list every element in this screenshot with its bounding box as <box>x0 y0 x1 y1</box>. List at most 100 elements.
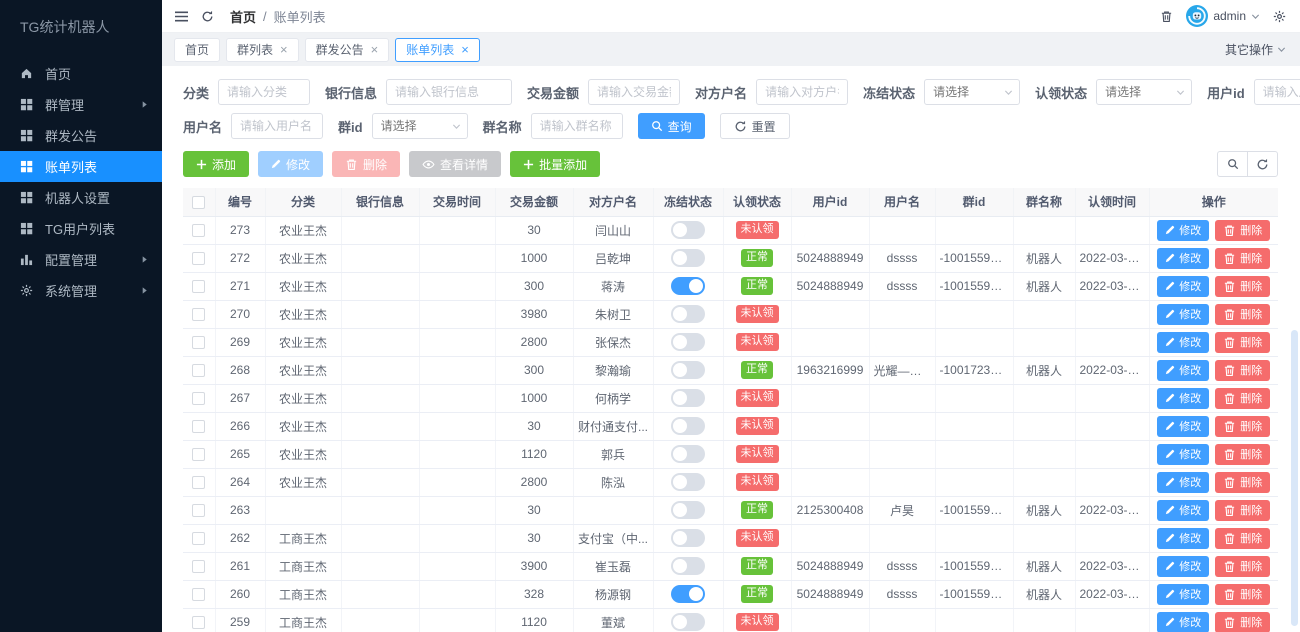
row-delete-button[interactable]: 删除 <box>1215 415 1271 437</box>
row-checkbox[interactable] <box>192 364 206 378</box>
row-delete-button[interactable]: 删除 <box>1215 275 1271 297</box>
frozen-toggle[interactable] <box>671 557 705 575</box>
category-input[interactable] <box>218 79 311 105</box>
user-menu[interactable]: admin <box>1186 5 1260 27</box>
amount-input[interactable] <box>588 79 681 105</box>
row-checkbox[interactable] <box>192 616 206 630</box>
row-edit-button[interactable]: 修改 <box>1157 583 1210 605</box>
frozen-toggle[interactable] <box>671 305 705 323</box>
refresh-icon-button[interactable] <box>1247 151 1278 177</box>
frozen-toggle[interactable] <box>671 445 705 463</box>
select-all-checkbox[interactable] <box>192 195 206 209</box>
frozen-toggle[interactable] <box>671 361 705 379</box>
add-button[interactable]: 添加 <box>183 151 250 177</box>
scrollbar-thumb[interactable] <box>1291 330 1298 626</box>
tab-announcement[interactable]: 群发公告 × <box>304 37 390 62</box>
row-edit-button[interactable]: 修改 <box>1157 331 1210 353</box>
frozen-toggle[interactable] <box>671 529 705 547</box>
sidebar-item-bill-list[interactable]: 账单列表 <box>0 151 162 182</box>
row-checkbox[interactable] <box>192 448 206 462</box>
row-edit-button[interactable]: 修改 <box>1157 247 1210 269</box>
sidebar-item-system-manage[interactable]: 系统管理 <box>0 275 162 306</box>
row-edit-button[interactable]: 修改 <box>1157 527 1210 549</box>
row-delete-button[interactable]: 删除 <box>1215 555 1271 577</box>
view-detail-button[interactable]: 查看详情 <box>409 151 502 177</box>
tab-close-icon[interactable]: × <box>371 43 379 56</box>
tab-close-icon[interactable]: × <box>280 43 288 56</box>
frozen-toggle[interactable] <box>671 389 705 407</box>
claim-state-select[interactable] <box>1096 79 1193 105</box>
row-checkbox[interactable] <box>192 588 206 602</box>
sidebar-item-group-manage[interactable]: 群管理 <box>0 89 162 120</box>
row-edit-button[interactable]: 修改 <box>1157 275 1210 297</box>
frozen-toggle[interactable] <box>671 333 705 351</box>
sidebar-item-home[interactable]: 首页 <box>0 58 162 89</box>
user-id-input[interactable] <box>1253 79 1300 105</box>
refresh-icon[interactable] <box>201 10 214 23</box>
row-checkbox[interactable] <box>192 504 206 518</box>
row-edit-button[interactable]: 修改 <box>1157 219 1210 241</box>
row-edit-button[interactable]: 修改 <box>1157 555 1210 577</box>
sidebar-item-config-manage[interactable]: 配置管理 <box>0 244 162 275</box>
frozen-toggle[interactable] <box>671 501 705 519</box>
row-delete-button[interactable]: 删除 <box>1215 219 1271 241</box>
tab-close-icon[interactable]: × <box>461 43 469 56</box>
batch-add-button[interactable]: 批量添加 <box>510 151 601 177</box>
row-checkbox[interactable] <box>192 392 206 406</box>
sidebar-item-tg-user-list[interactable]: TG用户列表 <box>0 213 162 244</box>
row-delete-button[interactable]: 删除 <box>1215 247 1271 269</box>
frozen-toggle[interactable] <box>671 417 705 435</box>
row-edit-button[interactable]: 修改 <box>1157 443 1210 465</box>
tab-home[interactable]: 首页 <box>174 37 221 62</box>
search-icon-button[interactable] <box>1217 151 1248 177</box>
delete-button[interactable]: 删除 <box>332 151 401 177</box>
row-edit-button[interactable]: 修改 <box>1157 359 1210 381</box>
row-checkbox[interactable] <box>192 532 206 546</box>
more-actions-dropdown[interactable]: 其它操作 <box>1225 41 1286 58</box>
row-checkbox[interactable] <box>192 560 206 574</box>
row-delete-button[interactable]: 删除 <box>1215 611 1271 632</box>
row-checkbox[interactable] <box>192 280 206 294</box>
hamburger-menu-icon[interactable] <box>174 10 189 23</box>
tab-group-list[interactable]: 群列表 × <box>226 37 299 62</box>
trash-icon[interactable] <box>1160 10 1173 23</box>
reset-button[interactable]: 重置 <box>719 113 790 139</box>
frozen-toggle[interactable] <box>671 221 705 239</box>
row-delete-button[interactable]: 删除 <box>1215 471 1271 493</box>
row-delete-button[interactable]: 删除 <box>1215 443 1271 465</box>
row-checkbox[interactable] <box>192 252 206 266</box>
row-edit-button[interactable]: 修改 <box>1157 611 1210 632</box>
gear-icon[interactable] <box>1273 10 1286 23</box>
row-delete-button[interactable]: 删除 <box>1215 359 1271 381</box>
row-edit-button[interactable]: 修改 <box>1157 499 1210 521</box>
group-name-input[interactable] <box>530 113 623 139</box>
counterparty-input[interactable] <box>756 79 849 105</box>
tab-bill-list[interactable]: 账单列表 × <box>395 37 480 62</box>
row-edit-button[interactable]: 修改 <box>1157 471 1210 493</box>
frozen-toggle[interactable] <box>671 249 705 267</box>
row-checkbox[interactable] <box>192 224 206 238</box>
row-delete-button[interactable]: 删除 <box>1215 303 1271 325</box>
row-delete-button[interactable]: 删除 <box>1215 331 1271 353</box>
row-checkbox[interactable] <box>192 420 206 434</box>
frozen-toggle[interactable] <box>671 613 705 631</box>
search-button[interactable]: 查询 <box>637 113 705 139</box>
row-checkbox[interactable] <box>192 308 206 322</box>
row-delete-button[interactable]: 删除 <box>1215 499 1271 521</box>
row-checkbox[interactable] <box>192 476 206 490</box>
row-checkbox[interactable] <box>192 336 206 350</box>
row-delete-button[interactable]: 删除 <box>1215 583 1271 605</box>
row-edit-button[interactable]: 修改 <box>1157 387 1210 409</box>
sidebar-item-announcement[interactable]: 群发公告 <box>0 120 162 151</box>
bank-info-input[interactable] <box>386 79 513 105</box>
group-id-select[interactable] <box>371 113 468 139</box>
breadcrumb-home[interactable]: 首页 <box>230 7 256 26</box>
row-delete-button[interactable]: 删除 <box>1215 527 1271 549</box>
frozen-state-select[interactable] <box>924 79 1021 105</box>
sidebar-item-robot-settings[interactable]: 机器人设置 <box>0 182 162 213</box>
row-delete-button[interactable]: 删除 <box>1215 387 1271 409</box>
frozen-toggle[interactable] <box>671 473 705 491</box>
row-edit-button[interactable]: 修改 <box>1157 303 1210 325</box>
frozen-toggle[interactable] <box>671 277 705 295</box>
row-edit-button[interactable]: 修改 <box>1157 415 1210 437</box>
